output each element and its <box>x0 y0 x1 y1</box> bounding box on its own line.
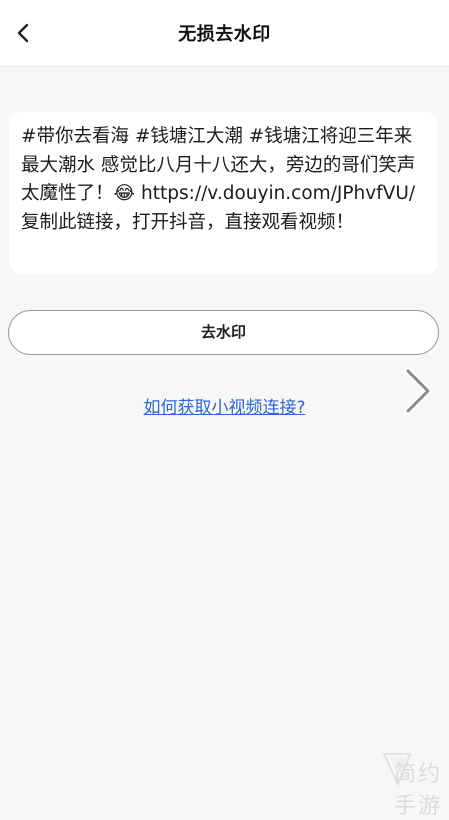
watermark-text: 简约手游 <box>394 762 443 819</box>
how-to-get-link[interactable]: 如何获取小视频连接? <box>0 393 449 418</box>
next-button[interactable] <box>401 366 435 416</box>
page-title: 无损去水印 <box>178 24 271 45</box>
chevron-right-icon <box>404 367 432 415</box>
remove-watermark-button[interactable]: 去水印 <box>8 310 439 355</box>
share-text: #带你去看海 #钱塘江大潮 #钱塘江将迎三年来最大潮水 感觉比八月十八还大，旁边… <box>21 126 416 233</box>
share-text-card[interactable]: #带你去看海 #钱塘江大潮 #钱塘江将迎三年来最大潮水 感觉比八月十八还大，旁边… <box>9 112 438 274</box>
top-bar: 无损去水印 <box>0 0 449 67</box>
